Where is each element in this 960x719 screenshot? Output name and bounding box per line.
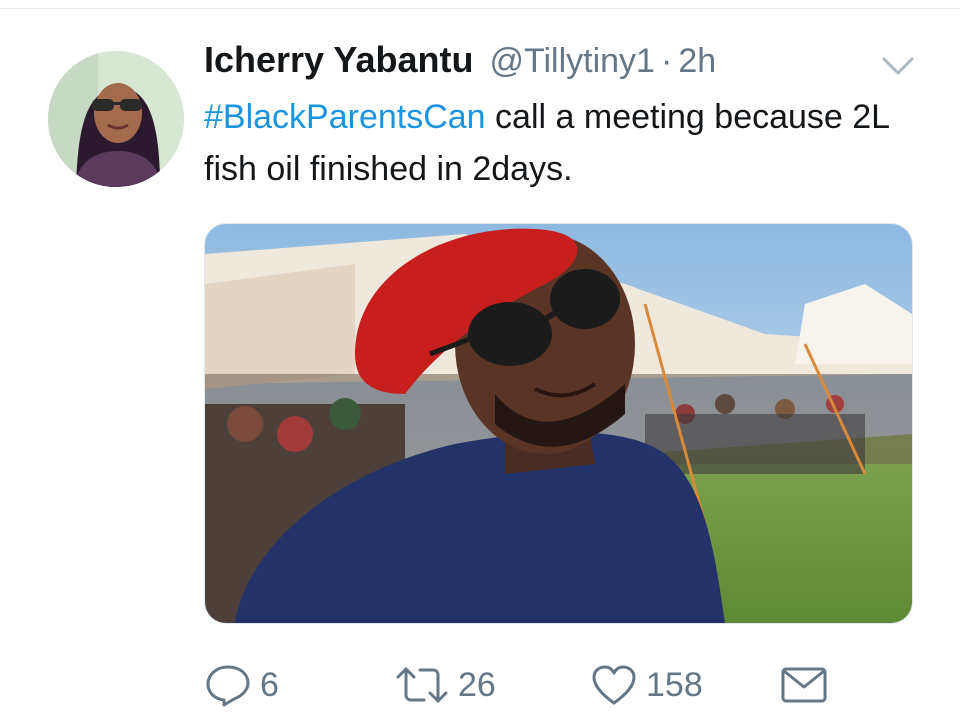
- like-count: 158: [646, 665, 703, 704]
- retweet-button[interactable]: 26: [394, 659, 496, 711]
- envelope-icon: [781, 667, 827, 703]
- tweet-media-photo[interactable]: [204, 223, 913, 624]
- retweet-icon: [396, 667, 448, 703]
- chevron-down-icon: [882, 57, 914, 75]
- retweet-count: 26: [458, 665, 496, 704]
- reply-icon: [206, 665, 250, 707]
- tweet-header: Icherry Yabantu @Tillytiny1 · 2h: [204, 39, 716, 87]
- top-divider: [0, 0, 960, 9]
- direct-message-button[interactable]: [780, 659, 828, 711]
- display-name[interactable]: Icherry Yabantu: [204, 39, 473, 81]
- heart-icon: [592, 665, 636, 705]
- tweet-menu-button[interactable]: [876, 51, 920, 81]
- tweet-card[interactable]: Icherry Yabantu @Tillytiny1 · 2h #BlackP…: [0, 9, 960, 719]
- tweet-text: #BlackParentsCan call a meeting because …: [204, 91, 914, 195]
- avatar[interactable]: [48, 51, 184, 187]
- hashtag-link[interactable]: #BlackParentsCan: [204, 98, 486, 136]
- separator-dot: ·: [660, 42, 673, 80]
- selfie-photo: [205, 224, 912, 623]
- reply-button[interactable]: 6: [204, 659, 279, 711]
- reply-count: 6: [260, 665, 279, 704]
- avatar-image: [48, 51, 184, 187]
- like-button[interactable]: 158: [590, 659, 703, 711]
- tweet-action-bar: 6 26 158: [204, 659, 924, 711]
- timestamp[interactable]: 2h: [678, 42, 716, 81]
- user-handle[interactable]: @Tillytiny1: [489, 42, 655, 81]
